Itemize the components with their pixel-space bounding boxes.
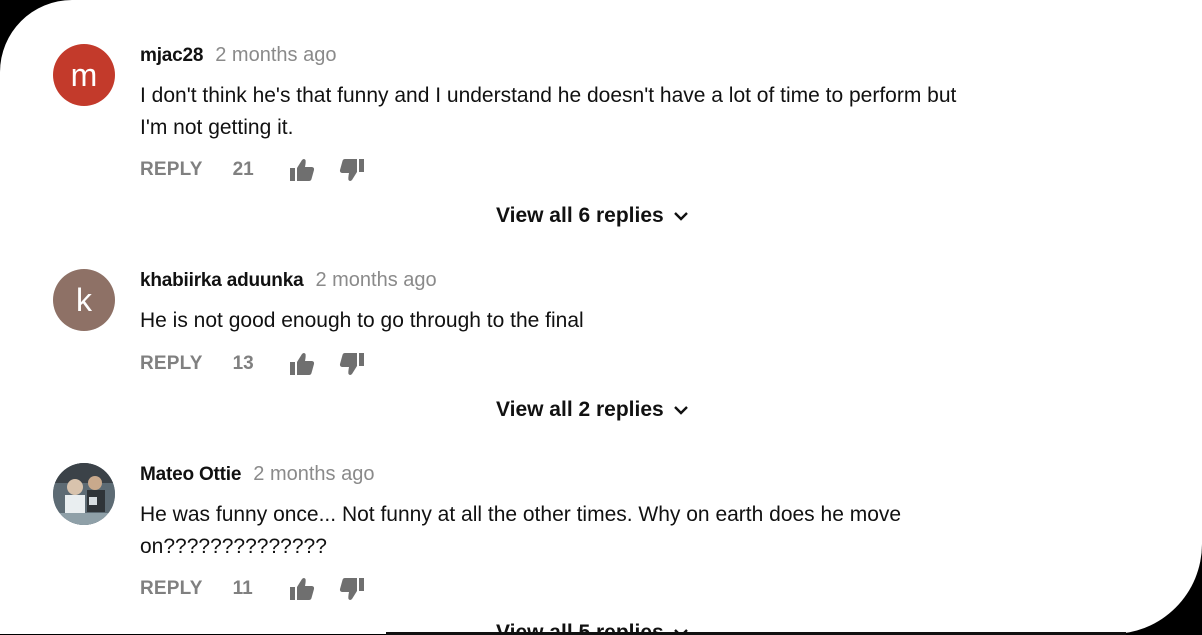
avatar[interactable]: [53, 463, 115, 525]
reply-button[interactable]: REPLY: [140, 353, 203, 375]
comment-text-line: He was funny once... Not funny at all th…: [140, 503, 902, 526]
reply-button[interactable]: REPLY: [140, 159, 203, 181]
comment-actions: REPLY 21: [140, 157, 365, 183]
thumbs-down-icon[interactable]: [339, 577, 365, 601]
view-replies-button[interactable]: View all 2 replies: [496, 398, 689, 422]
author-name[interactable]: khabiirka aduunka: [140, 270, 304, 292]
comment-text: He was funny once... Not funny at all th…: [140, 499, 1000, 563]
avatar[interactable]: m: [53, 44, 115, 106]
comment-header: Mateo Ottie 2 months ago: [140, 463, 374, 487]
thumbs-up-icon[interactable]: [289, 158, 315, 182]
comment-text-line: on??????????????: [140, 535, 327, 558]
comment-header: khabiirka aduunka 2 months ago: [140, 269, 437, 293]
comment-time[interactable]: 2 months ago: [253, 463, 374, 486]
reply-button[interactable]: REPLY: [140, 578, 203, 600]
author-name[interactable]: mjac28: [140, 45, 203, 67]
comments-panel: m mjac28 2 months ago I don't think he's…: [0, 0, 1202, 634]
thumbs-down-icon[interactable]: [339, 352, 365, 376]
chevron-down-icon: [673, 406, 688, 415]
comment-text-line: I'm not getting it.: [140, 116, 294, 139]
comment-header: mjac28 2 months ago: [140, 44, 336, 68]
like-count: 21: [232, 159, 254, 180]
thumbs-up-icon[interactable]: [289, 577, 315, 601]
avatar-letter: k: [76, 281, 92, 318]
comment-text: He is not good enough to go through to t…: [140, 305, 1000, 337]
thumbs-down-icon[interactable]: [339, 158, 365, 182]
comment-text-line: I don't think he's that funny and I unde…: [140, 84, 957, 107]
avatar-photo-icon: [53, 463, 115, 525]
avatar[interactable]: k: [53, 269, 115, 331]
view-replies-label: View all 6 replies: [496, 204, 664, 227]
view-replies-label: View all 2 replies: [496, 398, 664, 421]
comment-actions: REPLY 11: [140, 576, 365, 602]
comment-time[interactable]: 2 months ago: [315, 269, 436, 292]
avatar-letter: m: [70, 56, 98, 93]
author-name[interactable]: Mateo Ottie: [140, 464, 241, 486]
comment-text: I don't think he's that funny and I unde…: [140, 80, 1000, 144]
comment-time[interactable]: 2 months ago: [215, 44, 336, 67]
comment-actions: REPLY 13: [140, 351, 365, 377]
view-replies-button[interactable]: View all 6 replies: [496, 204, 689, 228]
comment-text-line: He is not good enough to go through to t…: [140, 309, 584, 332]
thumbs-up-icon[interactable]: [289, 352, 315, 376]
chevron-down-icon: [673, 212, 688, 221]
like-count: 11: [232, 578, 253, 599]
like-count: 13: [232, 353, 254, 374]
